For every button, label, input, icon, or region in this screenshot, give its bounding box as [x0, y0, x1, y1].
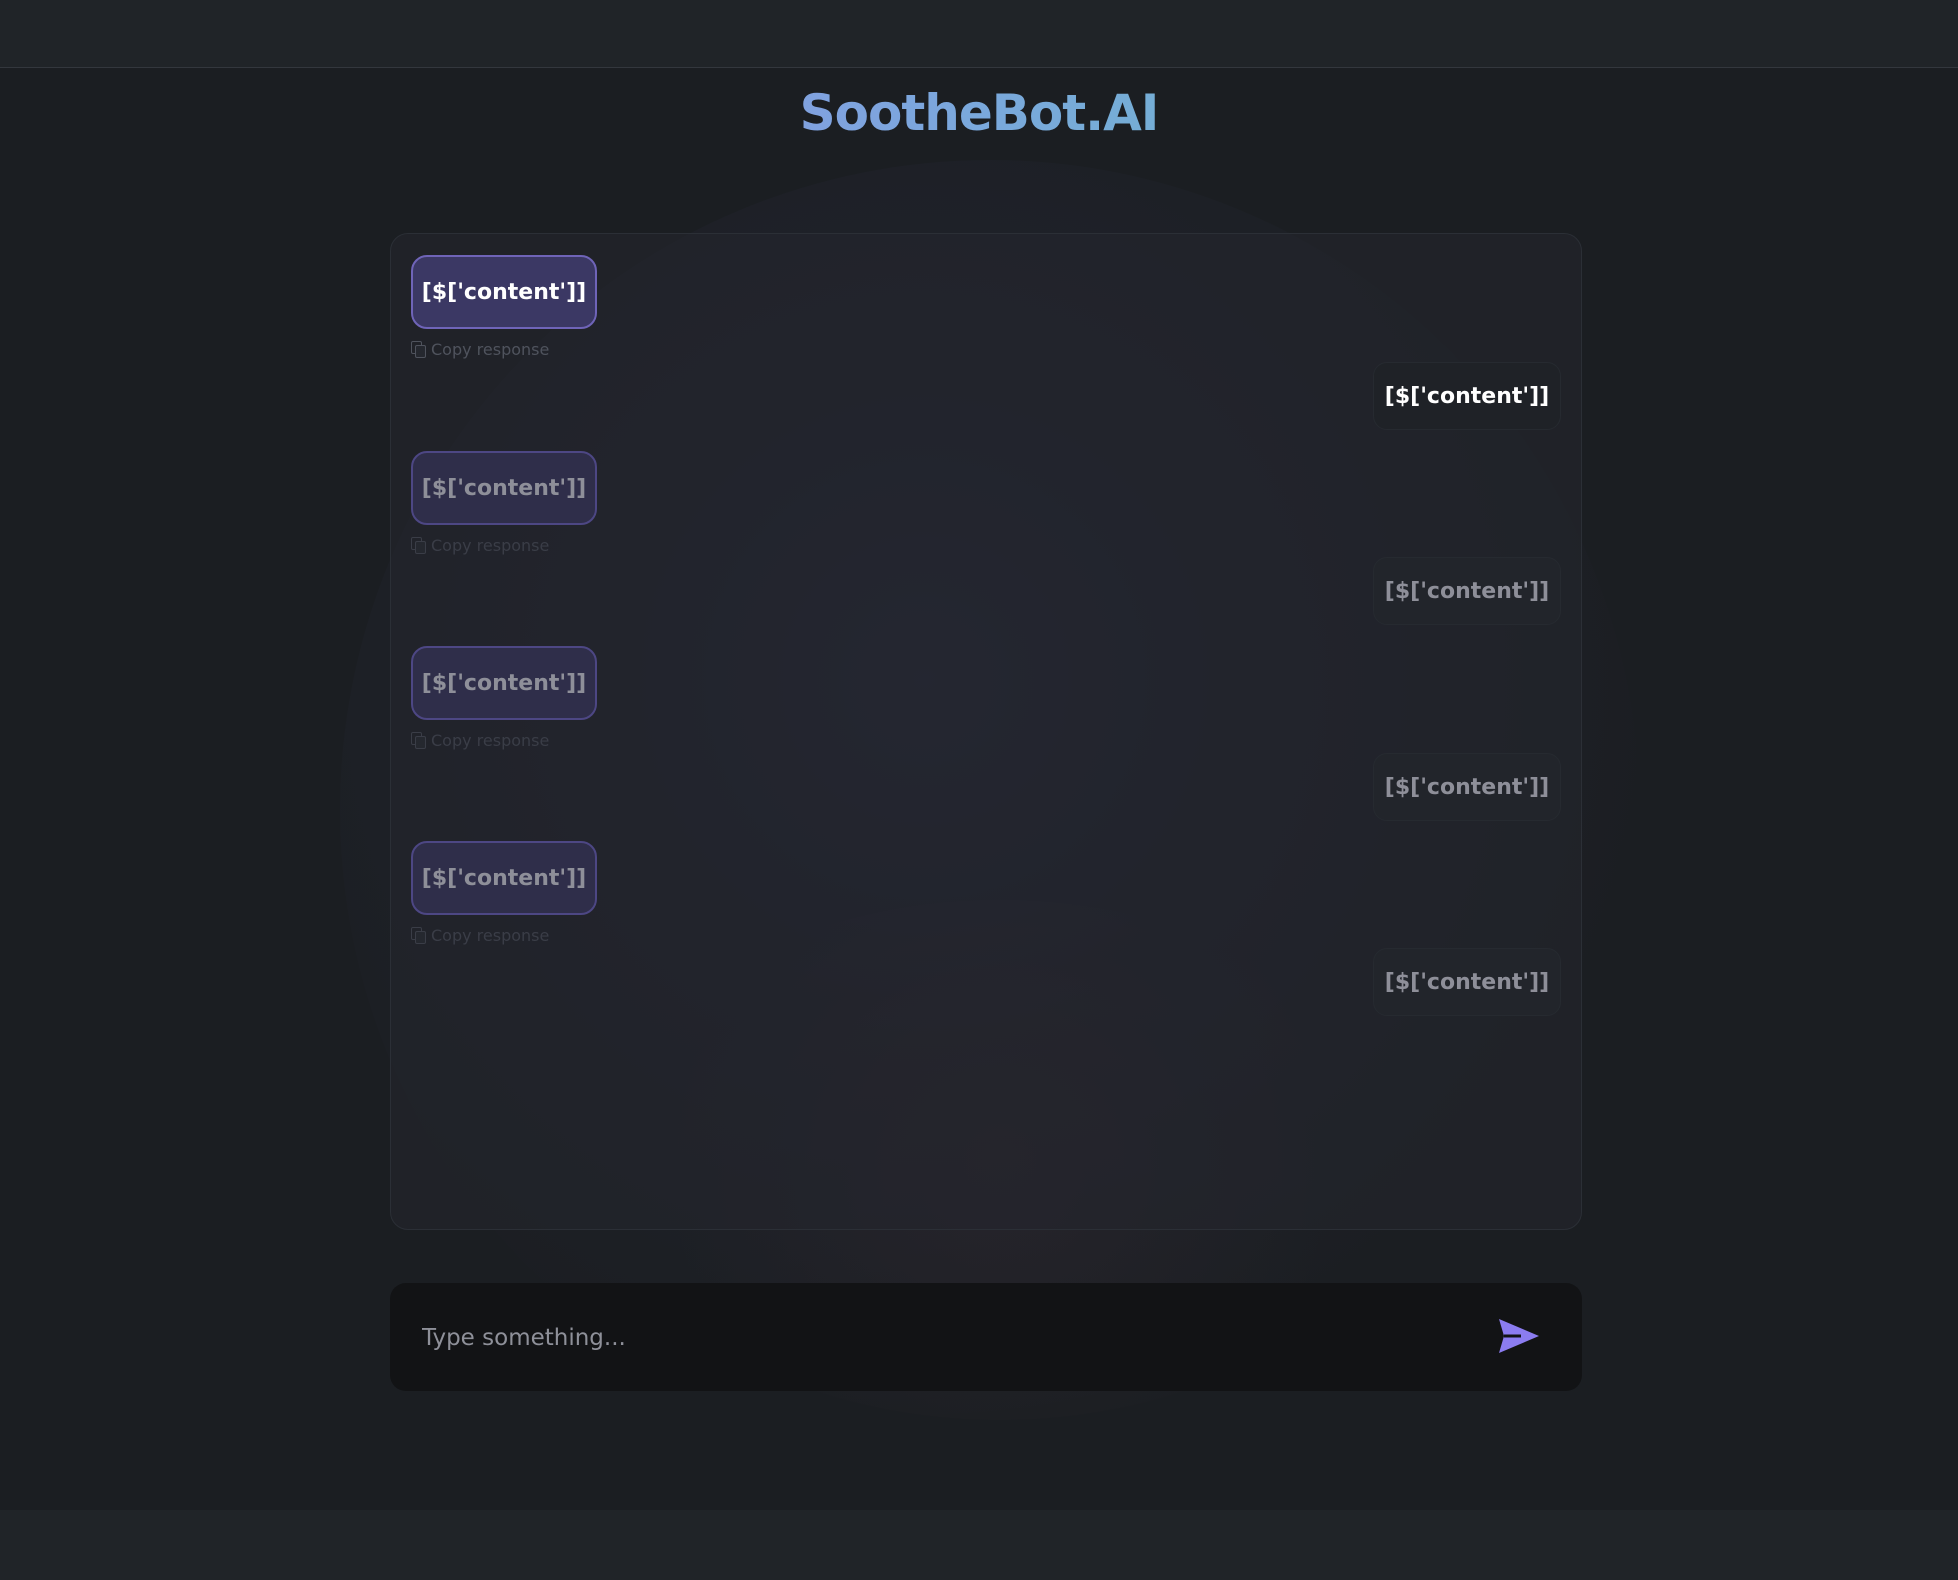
copy-response-label: Copy response: [431, 339, 550, 359]
message-input[interactable]: [420, 1307, 1424, 1369]
copy-icon: [411, 732, 426, 749]
user-message: [$['content']]: [1373, 557, 1561, 625]
app-page: SootheBot.AI [$['content']] Copy respons…: [0, 0, 1958, 1580]
user-message: [$['content']]: [1373, 753, 1561, 821]
bot-message: [$['content']]: [411, 255, 597, 329]
copy-response-label: Copy response: [431, 535, 550, 555]
app-title: SootheBot.AI: [0, 80, 1958, 146]
copy-response-button[interactable]: Copy response: [411, 534, 549, 556]
send-button[interactable]: [1496, 1313, 1542, 1359]
user-message: [$['content']]: [1373, 362, 1561, 430]
copy-icon: [411, 341, 426, 358]
bot-message: [$['content']]: [411, 451, 597, 525]
bot-message: [$['content']]: [411, 841, 597, 915]
copy-response-button[interactable]: Copy response: [411, 924, 549, 946]
copy-response-label: Copy response: [431, 925, 550, 945]
copy-icon: [411, 537, 426, 554]
top-bar: [0, 0, 1958, 68]
copy-response-button[interactable]: Copy response: [411, 729, 549, 751]
send-arrow-icon: [1499, 1319, 1539, 1353]
bottom-bar: [0, 1510, 1958, 1580]
copy-response-button[interactable]: Copy response: [411, 338, 549, 360]
bot-message: [$['content']]: [411, 646, 597, 720]
copy-icon: [411, 927, 426, 944]
user-message: [$['content']]: [1373, 948, 1561, 1016]
message-input-bar: [390, 1283, 1582, 1391]
chat-panel[interactable]: [$['content']] Copy response [$['content…: [390, 233, 1582, 1230]
copy-response-label: Copy response: [431, 730, 550, 750]
